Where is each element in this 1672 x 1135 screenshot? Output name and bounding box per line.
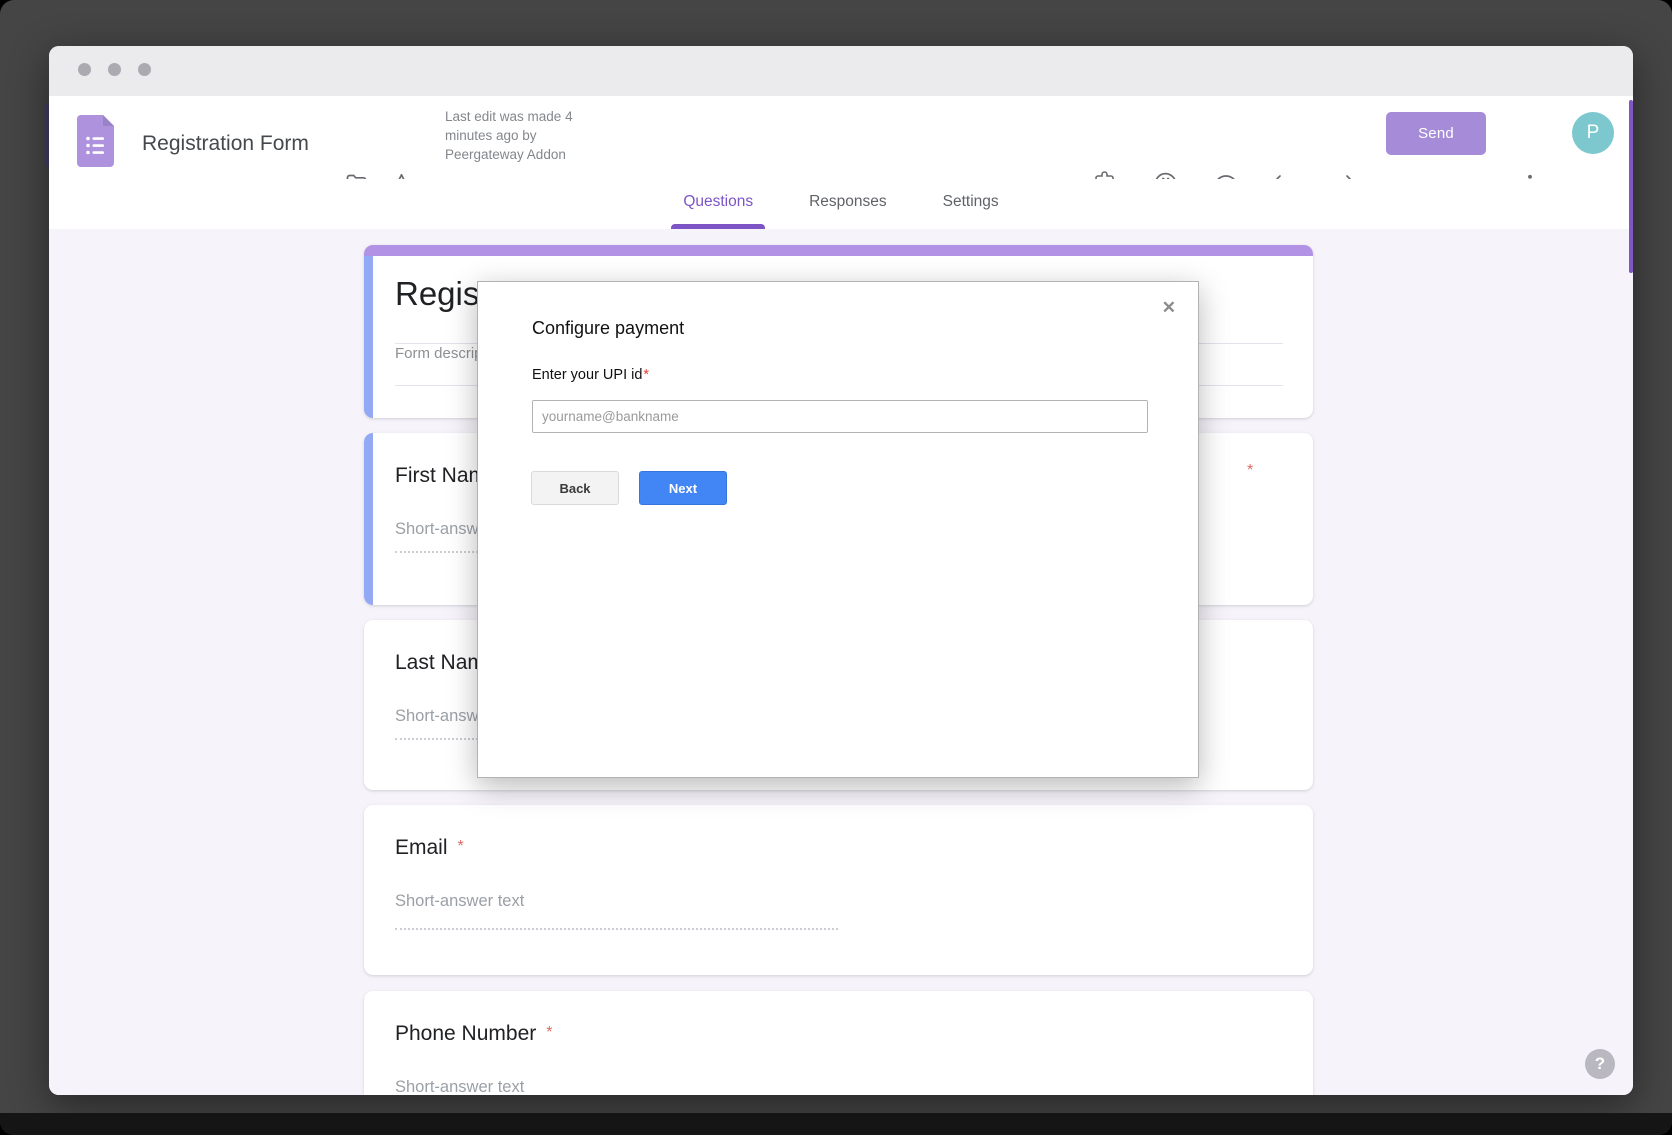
tab-questions[interactable]: Questions [677,179,759,229]
next-button[interactable]: Next [639,471,727,505]
required-asterisk: * [546,1024,552,1041]
configure-payment-dialog: ✕ Configure payment Enter your UPI id* B… [477,281,1199,778]
screenshot-backdrop: Registration Form Last edit was made 4 m… [0,0,1672,1135]
backdrop-bottom-strip [0,1113,1672,1135]
vertical-scrollbar-thumb[interactable] [1629,100,1633,273]
selected-indicator-strip [364,433,373,605]
required-asterisk: * [1247,462,1253,480]
help-icon[interactable]: ? [1585,1049,1615,1079]
tab-responses[interactable]: Responses [803,179,893,229]
window-minimize-dot[interactable] [108,63,121,76]
close-icon[interactable]: ✕ [1162,298,1176,318]
send-button[interactable]: Send [1386,112,1486,155]
card-theme-topbar [364,245,1313,256]
question-title[interactable]: Email* [395,836,464,860]
google-forms-logo-icon[interactable] [77,115,114,172]
browser-window: Registration Form Last edit was made 4 m… [49,46,1633,1095]
window-close-dot[interactable] [78,63,91,76]
form-editor-tabs: Questions Responses Settings [49,179,1633,229]
question-card-phone-number[interactable]: Phone Number* Short-answer text [364,991,1313,1095]
document-title[interactable]: Registration Form [142,132,309,156]
dialog-title: Configure payment [532,318,684,339]
back-button[interactable]: Back [531,471,619,505]
short-answer-preview: Short-answer text [395,892,524,911]
account-avatar[interactable]: P [1572,112,1614,154]
question-card-email[interactable]: Email* Short-answer text [364,805,1313,975]
question-title[interactable]: Phone Number* [395,1022,552,1046]
selected-indicator-strip [364,256,373,418]
last-edit-note: Last edit was made 4 minutes ago by Peer… [445,107,605,164]
macos-titlebar [49,46,1633,96]
short-answer-preview: Short-answer text [395,1078,524,1095]
tab-settings[interactable]: Settings [937,179,1005,229]
answer-dotted-underline [395,928,838,930]
upi-id-input[interactable] [532,400,1148,433]
upi-id-label: Enter your UPI id* [532,367,649,383]
required-asterisk: * [643,367,649,383]
window-zoom-dot[interactable] [138,63,151,76]
required-asterisk: * [458,838,464,855]
